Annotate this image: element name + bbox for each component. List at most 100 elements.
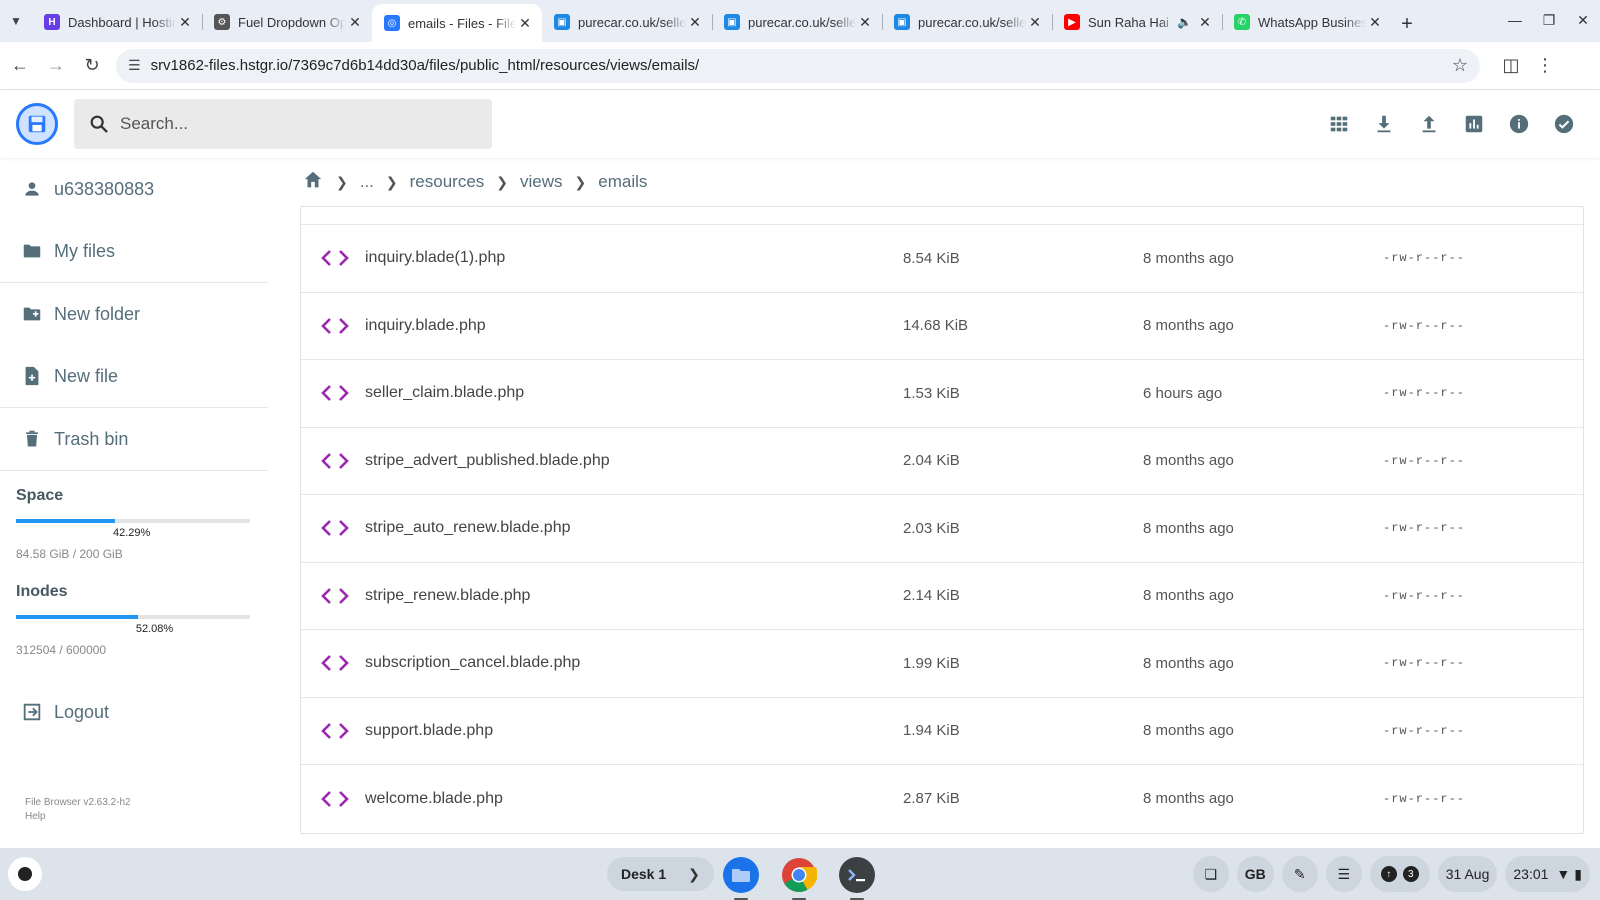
version-link[interactable]: File Browser v2.63.2-h2 <box>25 796 131 810</box>
breadcrumb-views[interactable]: views <box>520 172 563 192</box>
date-display[interactable]: 31 Aug <box>1437 856 1498 892</box>
breadcrumb-ellipsis[interactable]: ... <box>360 172 374 192</box>
close-window-icon[interactable]: ✕ <box>1566 12 1600 29</box>
chevron-right-icon: ❯ <box>336 173 348 190</box>
update-icon: ↑ <box>1380 866 1397 882</box>
logout-label: Logout <box>54 701 110 722</box>
url-text[interactable]: srv1862-files.hstgr.io/7369c7d6b14dd30a/… <box>151 57 1452 74</box>
browser-menu-icon[interactable]: ⋮ <box>1528 55 1562 76</box>
file-row[interactable]: subscription_cancel.blade.php 1.99 KiB 8 m… <box>301 630 1583 698</box>
stylus-pen-icon[interactable]: ✎ <box>1281 856 1318 892</box>
sidebar-item-my-files[interactable]: My files <box>0 220 268 282</box>
new-tab-button[interactable]: + <box>1392 6 1422 42</box>
download-button[interactable] <box>1361 104 1406 144</box>
restore-icon[interactable]: ❐ <box>1532 12 1566 29</box>
status-area[interactable]: 23:01 ▼ ▮ <box>1505 856 1590 892</box>
grid-view-button[interactable] <box>1316 104 1361 144</box>
browser-tab[interactable]: ✆ WhatsApp Business ✕ <box>1222 4 1392 40</box>
chrome-browser-icon[interactable] <box>780 856 818 900</box>
file-row[interactable]: stripe_auto_renew.blade.php 2.03 KiB 8 mon… <box>301 495 1583 563</box>
sidebar-item-new-folder[interactable]: New folder <box>0 283 268 345</box>
browser-tab[interactable]: ▣ purecar.co.uk/seller ✕ <box>542 4 712 40</box>
inodes-percent: 52.08% <box>135 623 174 635</box>
sidebar-item-trash-bin[interactable]: Trash bin <box>0 408 268 470</box>
tab-close-icon[interactable]: ✕ <box>176 14 194 31</box>
screen-capture-icon[interactable]: ❏ <box>1192 856 1229 892</box>
code-file-icon <box>321 518 349 538</box>
select-multiple-button[interactable] <box>1541 104 1586 144</box>
forward-arrow-icon[interactable]: → <box>40 50 72 82</box>
sidebar-item-label: New folder <box>54 303 141 324</box>
tab-search-chevron-icon[interactable]: ▼ <box>0 0 32 42</box>
tab-close-icon[interactable]: ✕ <box>346 14 364 31</box>
minimize-icon[interactable]: — <box>1498 12 1532 28</box>
breadcrumb-emails[interactable]: emails <box>598 172 647 192</box>
user-icon <box>20 177 44 201</box>
notification-tray[interactable]: ↑ 3 <box>1369 856 1430 892</box>
sidebar-item-label: My files <box>54 240 116 261</box>
bar-chart-icon <box>1465 115 1482 133</box>
tab-title: purecar.co.uk/seller <box>578 14 686 30</box>
terminal-app-icon[interactable] <box>838 856 876 900</box>
file-row[interactable]: seller_claim.blade.php 1.53 KiB 6 hours ag… <box>301 360 1583 428</box>
chevron-right-icon: ❯ <box>574 173 587 190</box>
browser-tab[interactable]: H Dashboard | Hostinger✕ <box>32 4 202 40</box>
file-name: inquiry.blade(1).php <box>365 249 506 267</box>
file-name: subscription_cancel.blade.php <box>365 654 581 672</box>
tab-close-icon[interactable]: ✕ <box>856 14 874 31</box>
launcher-button[interactable] <box>8 857 42 891</box>
info-button[interactable] <box>1496 104 1541 144</box>
upload-button[interactable] <box>1406 104 1451 144</box>
help-link[interactable]: Help <box>25 810 131 824</box>
keyboard-language[interactable]: GB <box>1236 856 1274 892</box>
bookmark-star-icon[interactable]: ☆ <box>1452 55 1468 76</box>
search-box[interactable] <box>74 99 492 149</box>
breadcrumb-resources[interactable]: resources <box>410 172 485 192</box>
browser-tab[interactable]: ▣ purecar.co.uk/seller ✕ <box>882 4 1052 40</box>
file-row[interactable]: inquiry.blade.php 14.68 KiB 8 months ago -r… <box>301 293 1583 360</box>
sidebar-item-new-file[interactable]: New file <box>0 345 268 407</box>
sidebar-user[interactable]: u638380883 <box>0 158 268 220</box>
file-modified: 8 months ago <box>1143 722 1234 740</box>
file-size: 2.87 KiB <box>903 790 960 808</box>
browser-tab[interactable]: ▶ Sun Raha Hai 🔈 ✕ <box>1052 4 1222 40</box>
extensions-icon[interactable]: ◫ <box>1494 55 1528 76</box>
disk-usage-button[interactable] <box>1451 104 1496 144</box>
system-shelf: Desk 1 ❯ ❏ GB ✎ ☰ ↑ 3 31 Aug 23:01 ▼ ▮ <box>0 848 1600 900</box>
tab-title: Dashboard | Hostinger <box>68 14 176 30</box>
code-file-icon <box>321 383 349 403</box>
file-row[interactable]: welcome.blade.php 2.87 KiB 8 months ago -rw… <box>301 765 1583 833</box>
file-row[interactable]: support.blade.php 1.94 KiB 8 months ago -rw… <box>301 698 1583 765</box>
reload-icon[interactable]: ↻ <box>76 50 108 82</box>
tab-close-icon[interactable]: ✕ <box>686 14 704 31</box>
code-file-icon <box>321 316 349 336</box>
browser-tab[interactable]: ⚙ Fuel Dropdown Options✕ <box>202 4 372 40</box>
audio-playing-icon[interactable]: 🔈 <box>1177 15 1192 29</box>
tab-close-icon[interactable]: ✕ <box>1026 14 1044 31</box>
file-size: 1.53 KiB <box>903 384 960 402</box>
file-row[interactable]: stripe_renew.blade.php 2.14 KiB 8 months a… <box>301 563 1583 630</box>
inodes-progress-bar <box>16 615 250 619</box>
tab-close-icon[interactable]: ✕ <box>1196 14 1214 31</box>
browser-tab[interactable]: ◎ emails - Files - File Browser✕ <box>372 4 542 42</box>
logout-button[interactable]: Logout <box>0 681 268 743</box>
browser-tab-strip: ▼ HDashboard | Hostinger✕⚙Fuel Dropdown … <box>0 0 1600 42</box>
file-row[interactable]: inquiry.blade(1).php 8.54 KiB 8 months ago… <box>301 225 1583 293</box>
search-input[interactable] <box>120 114 460 134</box>
file-row[interactable]: stripe_advert_published.blade.php 2.04 Ki… <box>301 428 1583 495</box>
file-modified: 8 months ago <box>1143 249 1234 267</box>
file-browser-logo[interactable] <box>16 103 58 145</box>
tab-favicon-icon: ▣ <box>554 14 570 30</box>
tab-close-icon[interactable]: ✕ <box>1366 14 1384 31</box>
space-percent: 42.29% <box>112 527 151 539</box>
desk-switcher[interactable]: Desk 1 ❯ <box>607 857 714 891</box>
tab-favicon-icon: ▣ <box>894 14 910 30</box>
back-arrow-icon[interactable]: ← <box>4 50 36 82</box>
site-info-icon[interactable]: ☰ <box>128 57 141 74</box>
address-bar[interactable]: ☰ srv1862-files.hstgr.io/7369c7d6b14dd30… <box>116 48 1480 83</box>
tab-close-icon[interactable]: ✕ <box>516 15 534 32</box>
home-icon[interactable] <box>302 169 324 196</box>
files-app-icon[interactable] <box>722 856 760 900</box>
browser-tab[interactable]: ▣ purecar.co.uk/seller ✕ <box>712 4 882 40</box>
media-controls-icon[interactable]: ☰ <box>1325 856 1362 892</box>
